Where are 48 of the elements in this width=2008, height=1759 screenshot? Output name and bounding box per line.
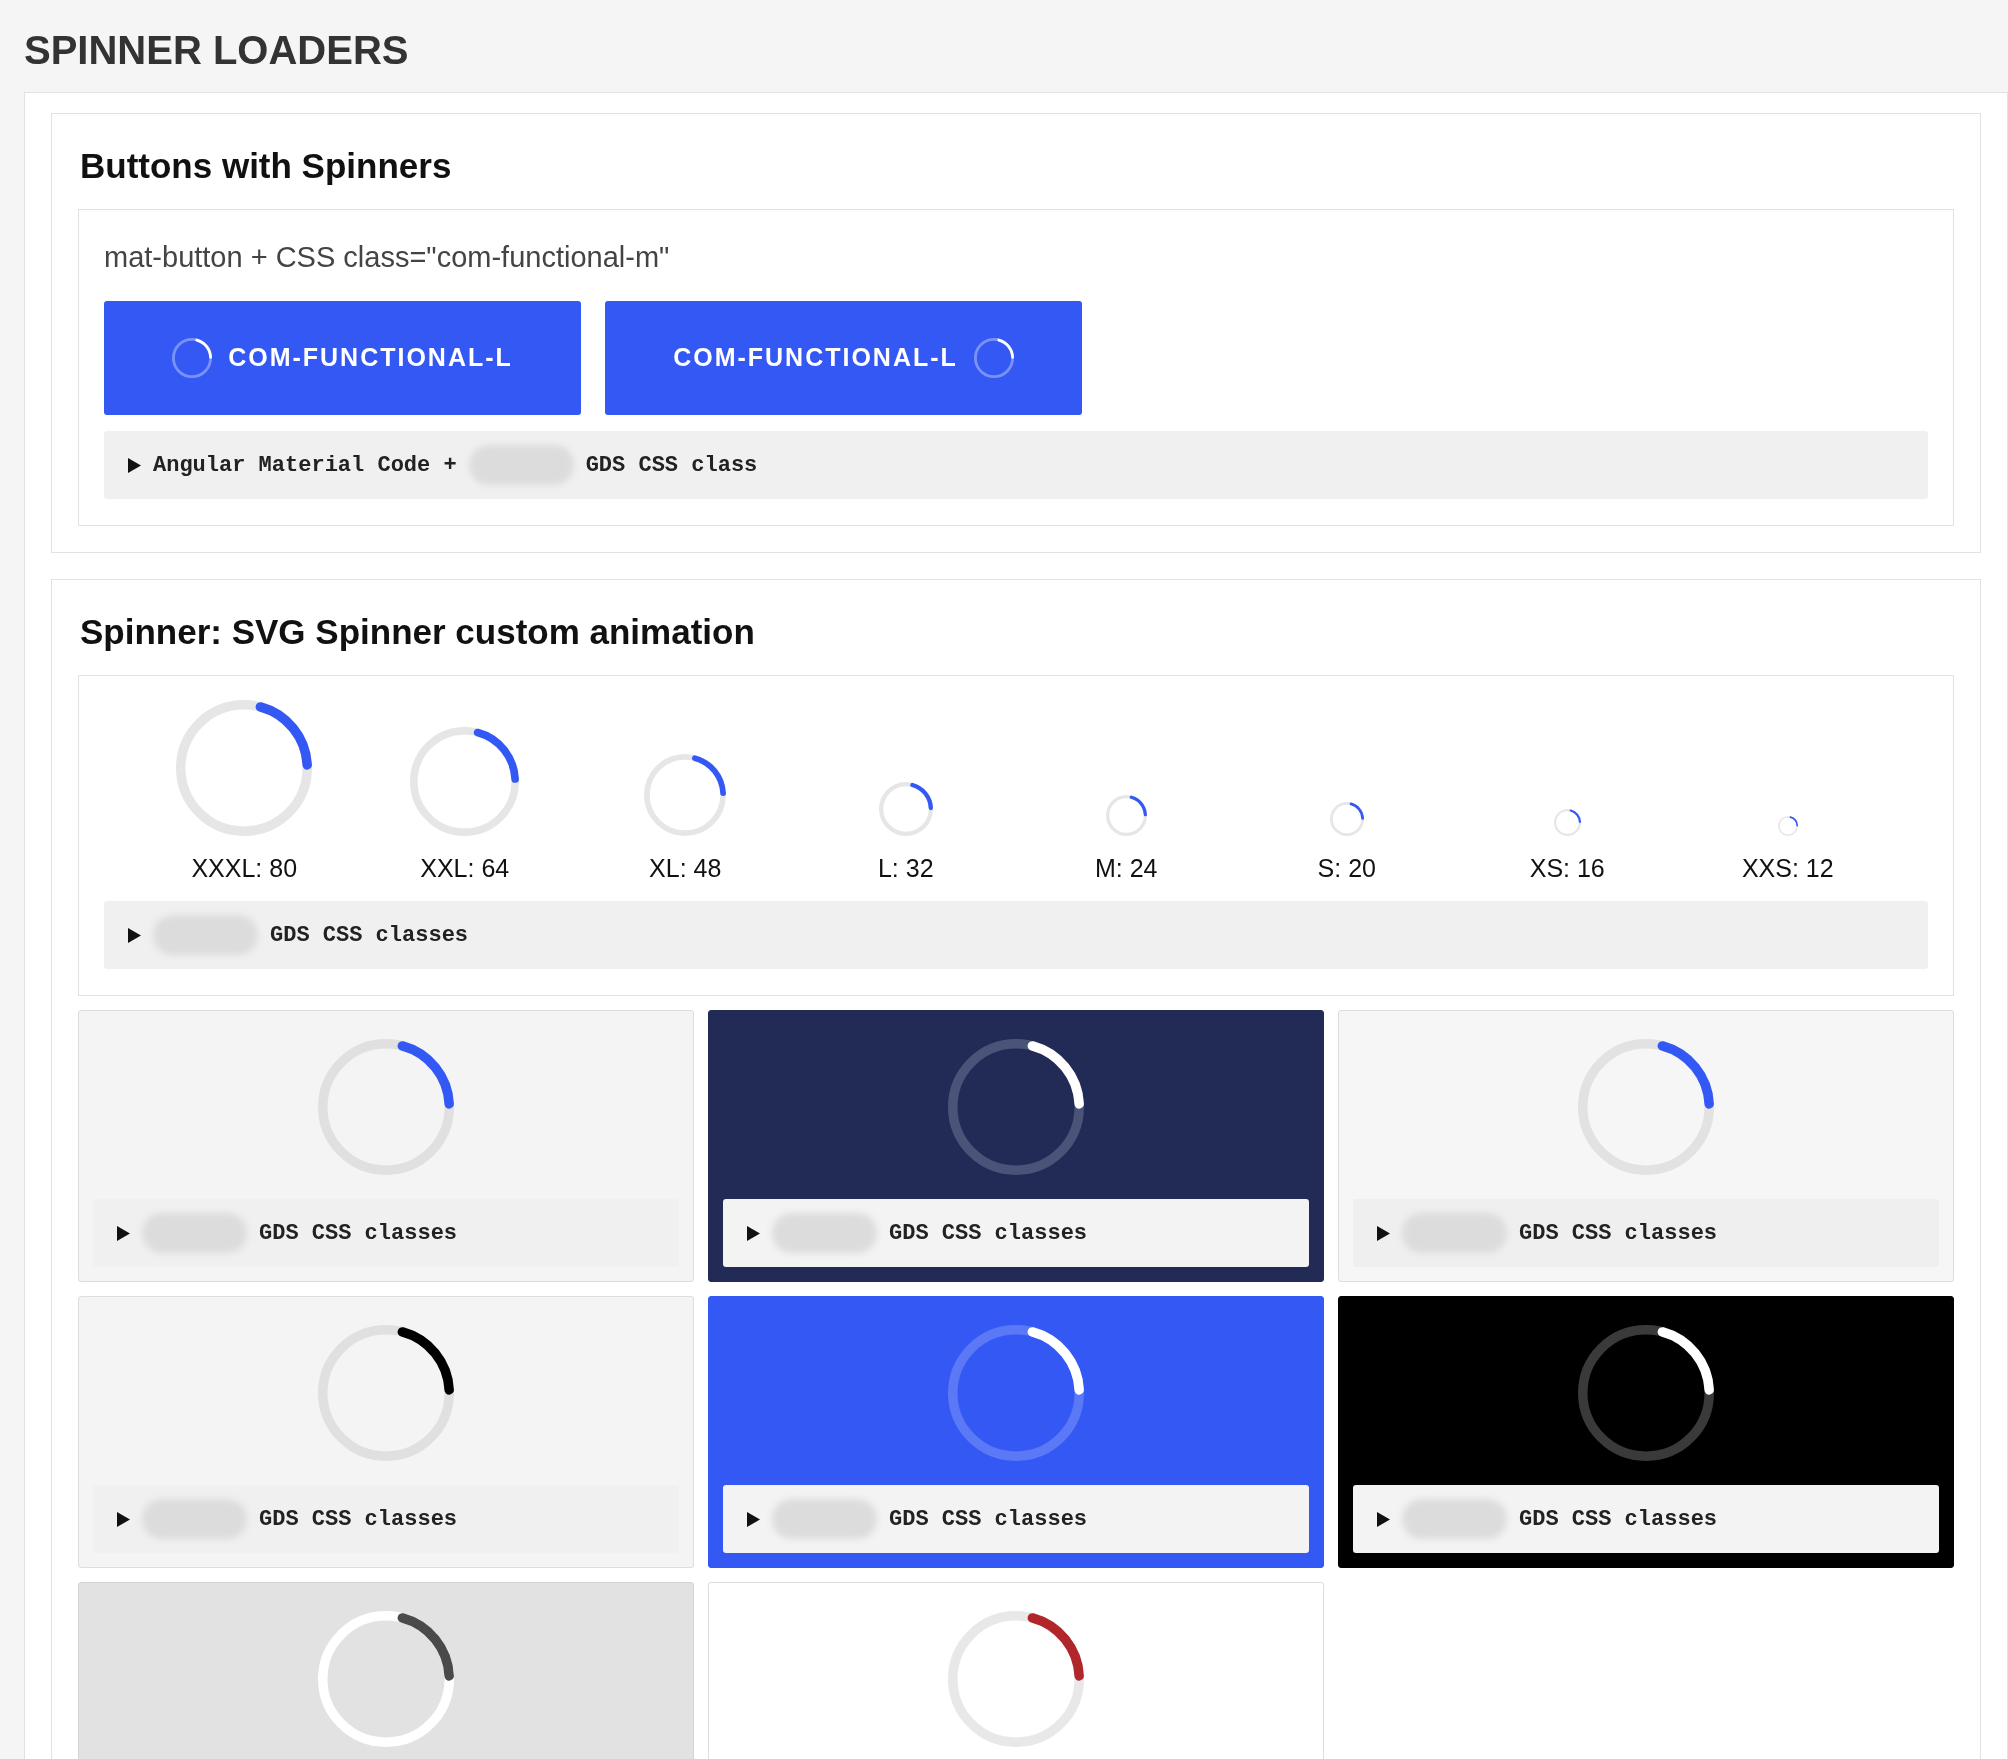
- size-label: S: 20: [1317, 852, 1376, 884]
- size-label: XXXL: 80: [191, 852, 298, 884]
- spinner-icon: [1578, 1039, 1714, 1175]
- spinner-icon: [948, 1039, 1084, 1175]
- section-title: Buttons with Spinners: [80, 145, 453, 187]
- loading-button[interactable]: COM-FUNCTIONAL-L: [605, 301, 1082, 415]
- code-toggle[interactable]: GDS CSS classes: [93, 1199, 679, 1267]
- code-toggle[interactable]: GDS CSS classes: [723, 1485, 1309, 1553]
- spinner-icon: [176, 699, 313, 836]
- caret-icon: [128, 457, 141, 473]
- loading-button[interactable]: COM-FUNCTIONAL-L: [104, 301, 581, 415]
- spinner-icon: [1578, 1325, 1714, 1461]
- caret-icon: [1377, 1511, 1390, 1527]
- spinner-icon: [948, 1325, 1084, 1461]
- spinner-icon: [1553, 808, 1581, 836]
- spinner-icon: [644, 753, 727, 836]
- spinner-icon: [172, 338, 213, 378]
- size-label: M: 24: [1095, 852, 1158, 884]
- spinner-icon: [1105, 794, 1147, 836]
- code-toggle[interactable]: GDS CSS classes: [104, 901, 1928, 969]
- caret-icon: [117, 1225, 130, 1241]
- spinner-icon: [318, 1039, 454, 1175]
- spinner-icon: [878, 781, 933, 836]
- caret-icon: [1377, 1225, 1390, 1241]
- spinner-icon: [973, 338, 1014, 378]
- spinner-icon: [318, 1325, 454, 1461]
- spinner-icon: [948, 1611, 1084, 1747]
- caret-icon: [747, 1511, 760, 1527]
- spinner-icon: [318, 1611, 454, 1747]
- code-toggle[interactable]: GDS CSS classes: [93, 1485, 679, 1553]
- spinner-icon: [410, 726, 520, 836]
- code-toggle[interactable]: Angular Material Code + GDS CSS class: [104, 431, 1928, 499]
- size-label: XL: 48: [649, 852, 722, 884]
- caret-icon: [747, 1225, 760, 1241]
- code-toggle[interactable]: GDS CSS classes: [723, 1199, 1309, 1267]
- page-title: SPINNER LOADERS: [23, 27, 410, 74]
- caret-icon: [128, 927, 141, 943]
- spinner-icon: [1777, 815, 1798, 836]
- code-toggle[interactable]: GDS CSS classes: [1353, 1199, 1939, 1267]
- spinner-icon: [1329, 801, 1364, 836]
- size-label: XXL: 64: [420, 852, 510, 884]
- size-label: XS: 16: [1529, 852, 1605, 884]
- size-label: L: 32: [877, 852, 934, 884]
- example-caption: mat-button + CSS class="com-functional-m": [104, 239, 671, 275]
- section-title: Spinner: SVG Spinner custom animation: [80, 611, 756, 653]
- code-toggle[interactable]: GDS CSS classes: [1353, 1485, 1939, 1553]
- caret-icon: [117, 1511, 130, 1527]
- size-label: XXS: 12: [1741, 852, 1834, 884]
